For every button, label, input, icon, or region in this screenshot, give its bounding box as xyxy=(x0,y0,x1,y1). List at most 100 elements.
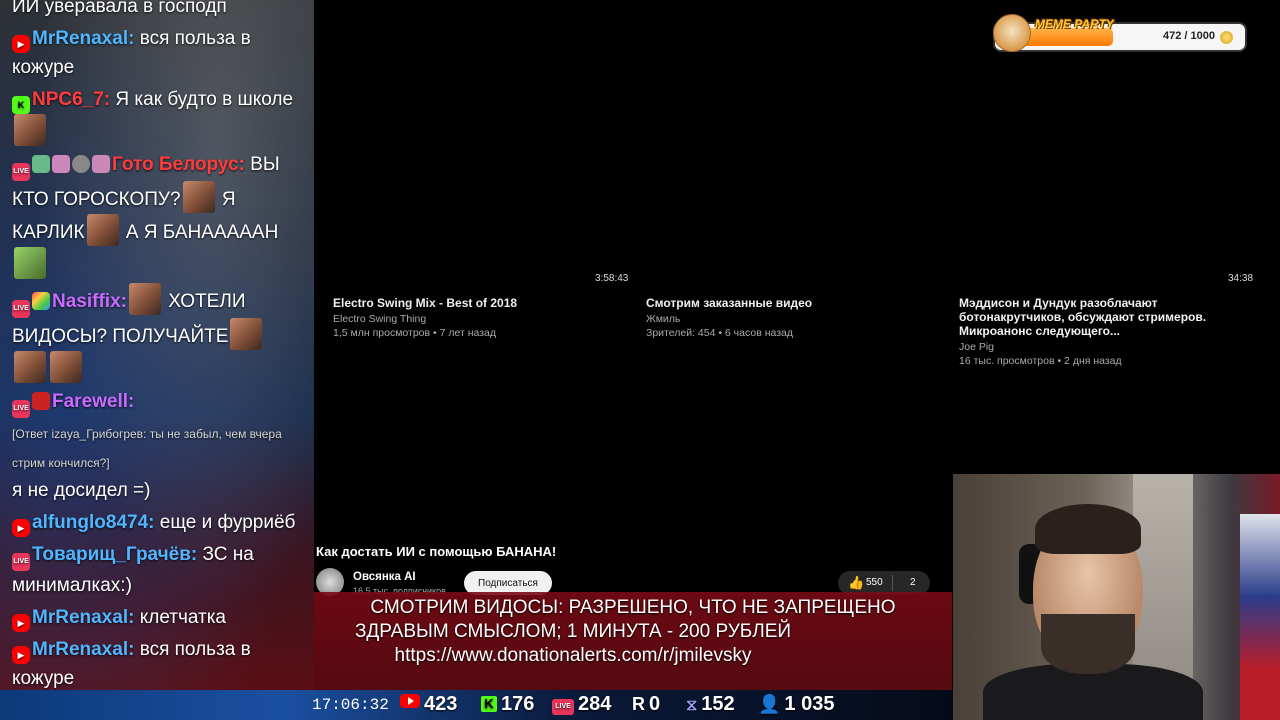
chat-text: еще и фурриёб xyxy=(154,512,296,533)
face-emote-icon xyxy=(14,351,46,383)
chat-username: MrRenaxal: xyxy=(32,28,135,49)
twitch-viewers: ⧖ 152 xyxy=(686,693,735,716)
rainbow-badge-icon xyxy=(32,292,50,310)
chat-message: LIVE Товарищ_Грачёв: ЗС на минималках:) xyxy=(12,540,302,600)
kick-viewers: K 176 xyxy=(481,693,534,716)
vk-live-icon: LIVE xyxy=(12,300,30,318)
chat-username: Nasiffix: xyxy=(52,291,127,312)
pencil-badge-icon xyxy=(32,155,50,173)
clock: 17:06:32 xyxy=(312,696,389,714)
donation-banner: СМОТРИМ ВИДОСЫ: РАЗРЕШЕНО, ЧТО НЕ ЗАПРЕЩ… xyxy=(314,592,952,690)
rutube-viewers: R0 xyxy=(632,693,660,716)
video-card[interactable]: Мэддисон и Дундук разоблачают ботонакрут… xyxy=(959,296,1259,368)
meme-party-label: MEME PARTY xyxy=(1035,17,1114,31)
twitch-icon: ⧖ xyxy=(686,697,698,714)
background-flag xyxy=(1240,514,1280,720)
chat-message: LIVE Nasiffix: ХОТЕЛИ ВИДОСЫ? ПОЛУЧАЙТЕ xyxy=(12,283,302,384)
channel-name[interactable]: Овсянка AI xyxy=(353,571,416,583)
cup-badge-icon xyxy=(52,155,70,173)
chat-text: Я как будто в школе xyxy=(110,89,294,110)
video-card[interactable]: Смотрим заказанные видео Жмиль Зрителей:… xyxy=(646,296,936,340)
video-meta: 1,5 млн просмотров • 7 лет назад xyxy=(333,327,496,339)
doge-icon xyxy=(993,14,1031,52)
video-duration: 3:58:43 xyxy=(595,273,629,284)
face-emote-icon xyxy=(230,318,263,350)
video-title[interactable]: Смотрим заказанные видео xyxy=(646,296,936,310)
chat-username: Гото Белорус: xyxy=(112,154,245,175)
vk-live-icon: LIVE xyxy=(12,400,30,418)
avatar-badge-icon xyxy=(92,155,110,173)
kick-icon: K xyxy=(12,96,30,114)
meme-party-widget: MEME PARTY 472 / 1000 xyxy=(993,14,1247,52)
chat-text: ИИ уверавала в господп xyxy=(12,0,227,17)
chat-text: я не досидел =) xyxy=(12,480,151,501)
coin-icon xyxy=(1220,31,1233,44)
chat-message: ИИ уверавала в господп xyxy=(12,0,302,21)
chat-username: Farewell: xyxy=(52,391,135,412)
video-card[interactable]: Electro Swing Mix - Best of 2018 Electro… xyxy=(333,296,623,340)
reply-reference: [Ответ izaya_Грибогрев: ты не забыл, чем… xyxy=(12,427,282,470)
green-emote-icon xyxy=(14,247,46,279)
chat-username: MrRenaxal: xyxy=(32,607,135,628)
chat-username: MrRenaxal: xyxy=(32,639,135,660)
chat-text: клетчатка xyxy=(134,607,226,628)
chat-message: alfunglo8474: еще и фурриёб xyxy=(12,508,302,537)
total-viewers: 👤 1 035 xyxy=(758,693,834,716)
kick-count: 176 xyxy=(501,693,535,715)
youtube-viewers: 423 xyxy=(400,693,457,716)
vk-live-icon: LIVE xyxy=(12,163,30,181)
current-video-title: Как достать ИИ с помощью БАНАНА! xyxy=(316,544,557,559)
video-duration: 34:38 xyxy=(1228,273,1254,284)
youtube-icon xyxy=(12,646,30,664)
vk-live-icon: LIVE xyxy=(12,553,30,571)
twitch-count: 152 xyxy=(701,693,735,715)
face-emote-icon xyxy=(50,351,82,383)
chat-username: NPC6_7: xyxy=(32,89,111,110)
video-title[interactable]: Electro Swing Mix - Best of 2018 xyxy=(333,296,623,310)
face-emote-icon xyxy=(128,283,161,315)
chat-message: LIVE Farewell: [Ответ izaya_Грибогрев: ты… xyxy=(12,387,302,505)
vk-live-icon: LIVE xyxy=(552,699,574,715)
secondary-count: 2 xyxy=(910,577,916,588)
banner-line: ЗДРАВЫМ СМЫСЛОМ; 1 МИНУТА - 200 РУБЛЕЙ xyxy=(354,621,792,642)
youtube-icon xyxy=(12,35,30,53)
youtube-count: 423 xyxy=(424,693,458,715)
youtube-icon xyxy=(12,519,30,537)
divider xyxy=(892,575,893,591)
chat-text: А Я БАНАААААН xyxy=(120,222,279,243)
donation-link[interactable]: https://www.donationalerts.com/r/jmilevs… xyxy=(254,645,892,667)
total-count: 1 035 xyxy=(784,693,835,715)
video-meta: 16 тыс. просмотров • 2 дня назад xyxy=(959,355,1122,367)
video-channel[interactable]: Жмиль xyxy=(646,312,936,326)
chat-message: LIVE Гото Белорус: ВЫ КТО ГОРОСКОПУ? Я КА… xyxy=(12,150,302,280)
chat-messages: ИИ уверавала в господп MrRenaxal: вся по… xyxy=(0,0,314,690)
like-count: 550 xyxy=(866,577,883,588)
video-meta: Зрителей: 454 • 6 часов назад xyxy=(646,327,793,339)
thumbs-up-icon[interactable]: 👍 xyxy=(848,575,864,591)
user-icon: 👤 xyxy=(758,694,781,714)
meme-party-count: 472 / 1000 xyxy=(1163,30,1215,42)
verified-badge-icon xyxy=(72,155,90,173)
rutube-icon: R xyxy=(632,694,645,714)
banner-line: СМОТРИМ ВИДОСЫ: РАЗРЕШЕНО, ЧТО НЕ ЗАПРЕЩ… xyxy=(370,597,896,618)
devil-badge-icon xyxy=(32,392,50,410)
video-channel[interactable]: Joe Pig xyxy=(959,340,1259,354)
youtube-icon xyxy=(12,614,30,632)
streamer-hair xyxy=(1035,504,1141,554)
chat-username: Товарищ_Грачёв: xyxy=(32,544,198,565)
chat-username: alfunglo8474: xyxy=(32,512,155,533)
streamer-beard xyxy=(1041,614,1135,674)
chat-panel: ИИ уверавала в господп MrRenaxal: вся по… xyxy=(0,0,314,690)
webcam-feed xyxy=(953,474,1280,720)
face-emote-icon xyxy=(182,181,215,213)
video-player-area[interactable]: 3:58:43 34:38 Electro Swing Mix - Best o… xyxy=(314,0,1280,540)
video-channel[interactable]: Electro Swing Thing xyxy=(333,312,623,326)
face-emote-icon xyxy=(14,114,46,146)
vk-count: 284 xyxy=(578,693,612,715)
kick-icon: K xyxy=(481,696,497,712)
stream-stats-bar: 17:06:32 423 K 176 LIVE 284 R0 ⧖ 152 👤 1 035 xyxy=(0,690,953,720)
chat-message: MrRenaxal: вся польза в кожуре xyxy=(12,24,302,82)
video-title[interactable]: Мэддисон и Дундук разоблачают ботонакрут… xyxy=(959,296,1259,338)
youtube-icon xyxy=(400,694,420,708)
chat-message: K NPC6_7: Я как будто в школе xyxy=(12,85,302,147)
